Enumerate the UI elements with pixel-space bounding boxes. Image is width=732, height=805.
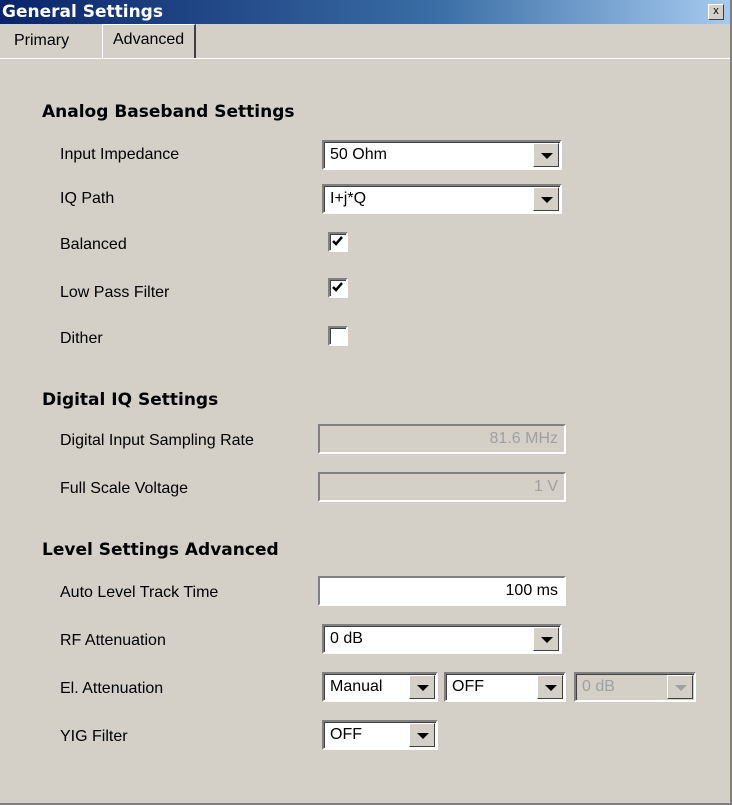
iq-path-value: I+j*Q — [330, 190, 367, 207]
window-title: General Settings — [2, 2, 163, 22]
auto-level-track-time-value: 100 ms — [505, 582, 558, 599]
balanced-label: Balanced — [60, 236, 127, 253]
yig-filter-dropdown[interactable]: OFF — [322, 720, 438, 750]
chevron-down-icon[interactable] — [533, 627, 559, 651]
dither-label: Dither — [60, 330, 103, 347]
balanced-checkbox[interactable] — [328, 232, 348, 252]
chevron-down-icon[interactable] — [533, 187, 559, 211]
chevron-down-icon[interactable] — [409, 723, 435, 747]
el-attenuation-value-dropdown: 0 dB — [574, 672, 696, 702]
el-attenuation-db-value: 0 dB — [582, 678, 615, 695]
iq-path-dropdown[interactable]: I+j*Q — [322, 184, 562, 214]
auto-level-track-time-input[interactable]: 100 ms — [318, 576, 566, 606]
input-impedance-value: 50 Ohm — [330, 146, 387, 163]
rf-attenuation-value: 0 dB — [330, 630, 363, 647]
chevron-down-icon[interactable] — [533, 143, 559, 167]
digital-section-header: Digital IQ Settings — [42, 390, 219, 410]
el-attenuation-state-dropdown[interactable]: OFF — [444, 672, 566, 702]
title-bar: General Settings x — [0, 0, 730, 24]
el-attenuation-mode-value: Manual — [330, 678, 383, 695]
sampling-rate-field: 81.6 MHz — [318, 424, 566, 454]
auto-level-track-time-label: Auto Level Track Time — [60, 584, 219, 601]
rf-attenuation-label: RF Attenuation — [60, 632, 166, 649]
tab-divider — [0, 58, 730, 59]
iq-path-label: IQ Path — [60, 190, 115, 207]
el-attenuation-state-value: OFF — [452, 678, 484, 695]
rf-attenuation-dropdown[interactable]: 0 dB — [322, 624, 562, 654]
el-attenuation-label: El. Attenuation — [60, 680, 164, 697]
input-impedance-label: Input Impedance — [60, 146, 180, 163]
checkmark-icon — [332, 236, 343, 246]
chevron-down-icon[interactable] — [409, 675, 435, 699]
yig-filter-label: YIG Filter — [60, 728, 128, 745]
full-scale-voltage-field: 1 V — [318, 472, 566, 502]
low-pass-filter-label: Low Pass Filter — [60, 284, 170, 301]
chevron-down-icon — [667, 675, 693, 699]
low-pass-filter-checkbox[interactable] — [328, 278, 348, 298]
full-scale-voltage-value: 1 V — [533, 478, 558, 495]
tab-primary[interactable]: Primary — [4, 26, 79, 56]
level-section-header: Level Settings Advanced — [42, 540, 279, 560]
analog-section-header: Analog Baseband Settings — [42, 102, 295, 122]
el-attenuation-mode-dropdown[interactable]: Manual — [322, 672, 438, 702]
full-scale-voltage-label: Full Scale Voltage — [60, 480, 189, 497]
close-button[interactable]: x — [708, 4, 724, 20]
input-impedance-dropdown[interactable]: 50 Ohm — [322, 140, 562, 170]
dither-checkbox[interactable] — [328, 326, 348, 346]
sampling-rate-value: 81.6 MHz — [489, 430, 558, 447]
checkmark-icon — [332, 282, 343, 292]
chevron-down-icon[interactable] — [537, 675, 563, 699]
yig-filter-value: OFF — [330, 726, 362, 743]
tab-advanced[interactable]: Advanced — [102, 24, 197, 58]
sampling-rate-label: Digital Input Sampling Rate — [60, 432, 254, 449]
general-settings-window: General Settings x Primary Advanced Anal… — [0, 0, 732, 805]
